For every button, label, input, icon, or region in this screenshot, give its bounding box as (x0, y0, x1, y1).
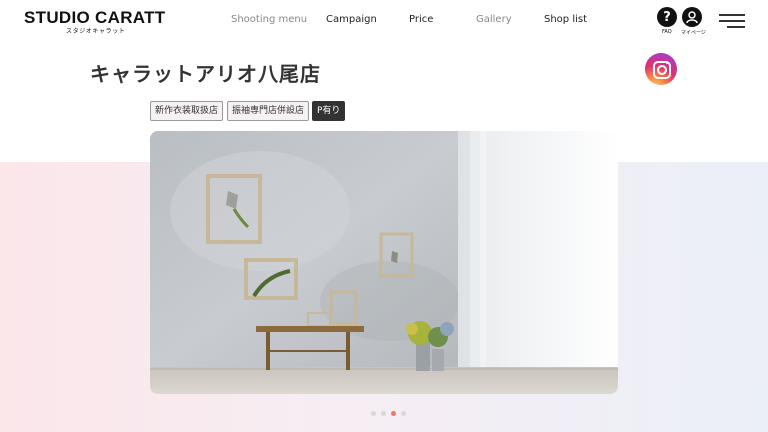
mypage-icon[interactable] (682, 7, 702, 27)
nav-shop-list[interactable]: Shop list (544, 14, 587, 25)
nav-shooting-menu[interactable]: Shooting menu (231, 14, 307, 25)
main-nav: Shooting menu Campaign Price Gallery Sho… (0, 14, 768, 30)
tag-parking: P有り (312, 101, 346, 121)
nav-gallery[interactable]: Gallery (476, 14, 512, 25)
faq-label: FAQ (662, 29, 672, 35)
faq-icon[interactable]: ? (657, 7, 677, 27)
studio-interior-image (150, 131, 618, 394)
carousel-dot-1[interactable] (371, 411, 376, 416)
carousel-dot-2[interactable] (381, 411, 386, 416)
hamburger-menu-icon[interactable] (719, 14, 745, 28)
tag-new-costume: 新作衣装取扱店 (150, 101, 224, 121)
user-icon (686, 11, 698, 24)
store-photo (150, 131, 618, 394)
carousel-dot-4[interactable] (401, 411, 406, 416)
nav-campaign[interactable]: Campaign (326, 14, 377, 25)
nav-price[interactable]: Price (409, 14, 433, 25)
mypage-label: マイページ (681, 30, 706, 36)
tag-furisode-shop: 振袖専門店併設店 (227, 101, 310, 121)
store-title: キャラットアリオ八尾店 (90, 62, 321, 86)
carousel-dot-3[interactable] (391, 411, 396, 416)
instagram-icon[interactable] (645, 53, 677, 85)
